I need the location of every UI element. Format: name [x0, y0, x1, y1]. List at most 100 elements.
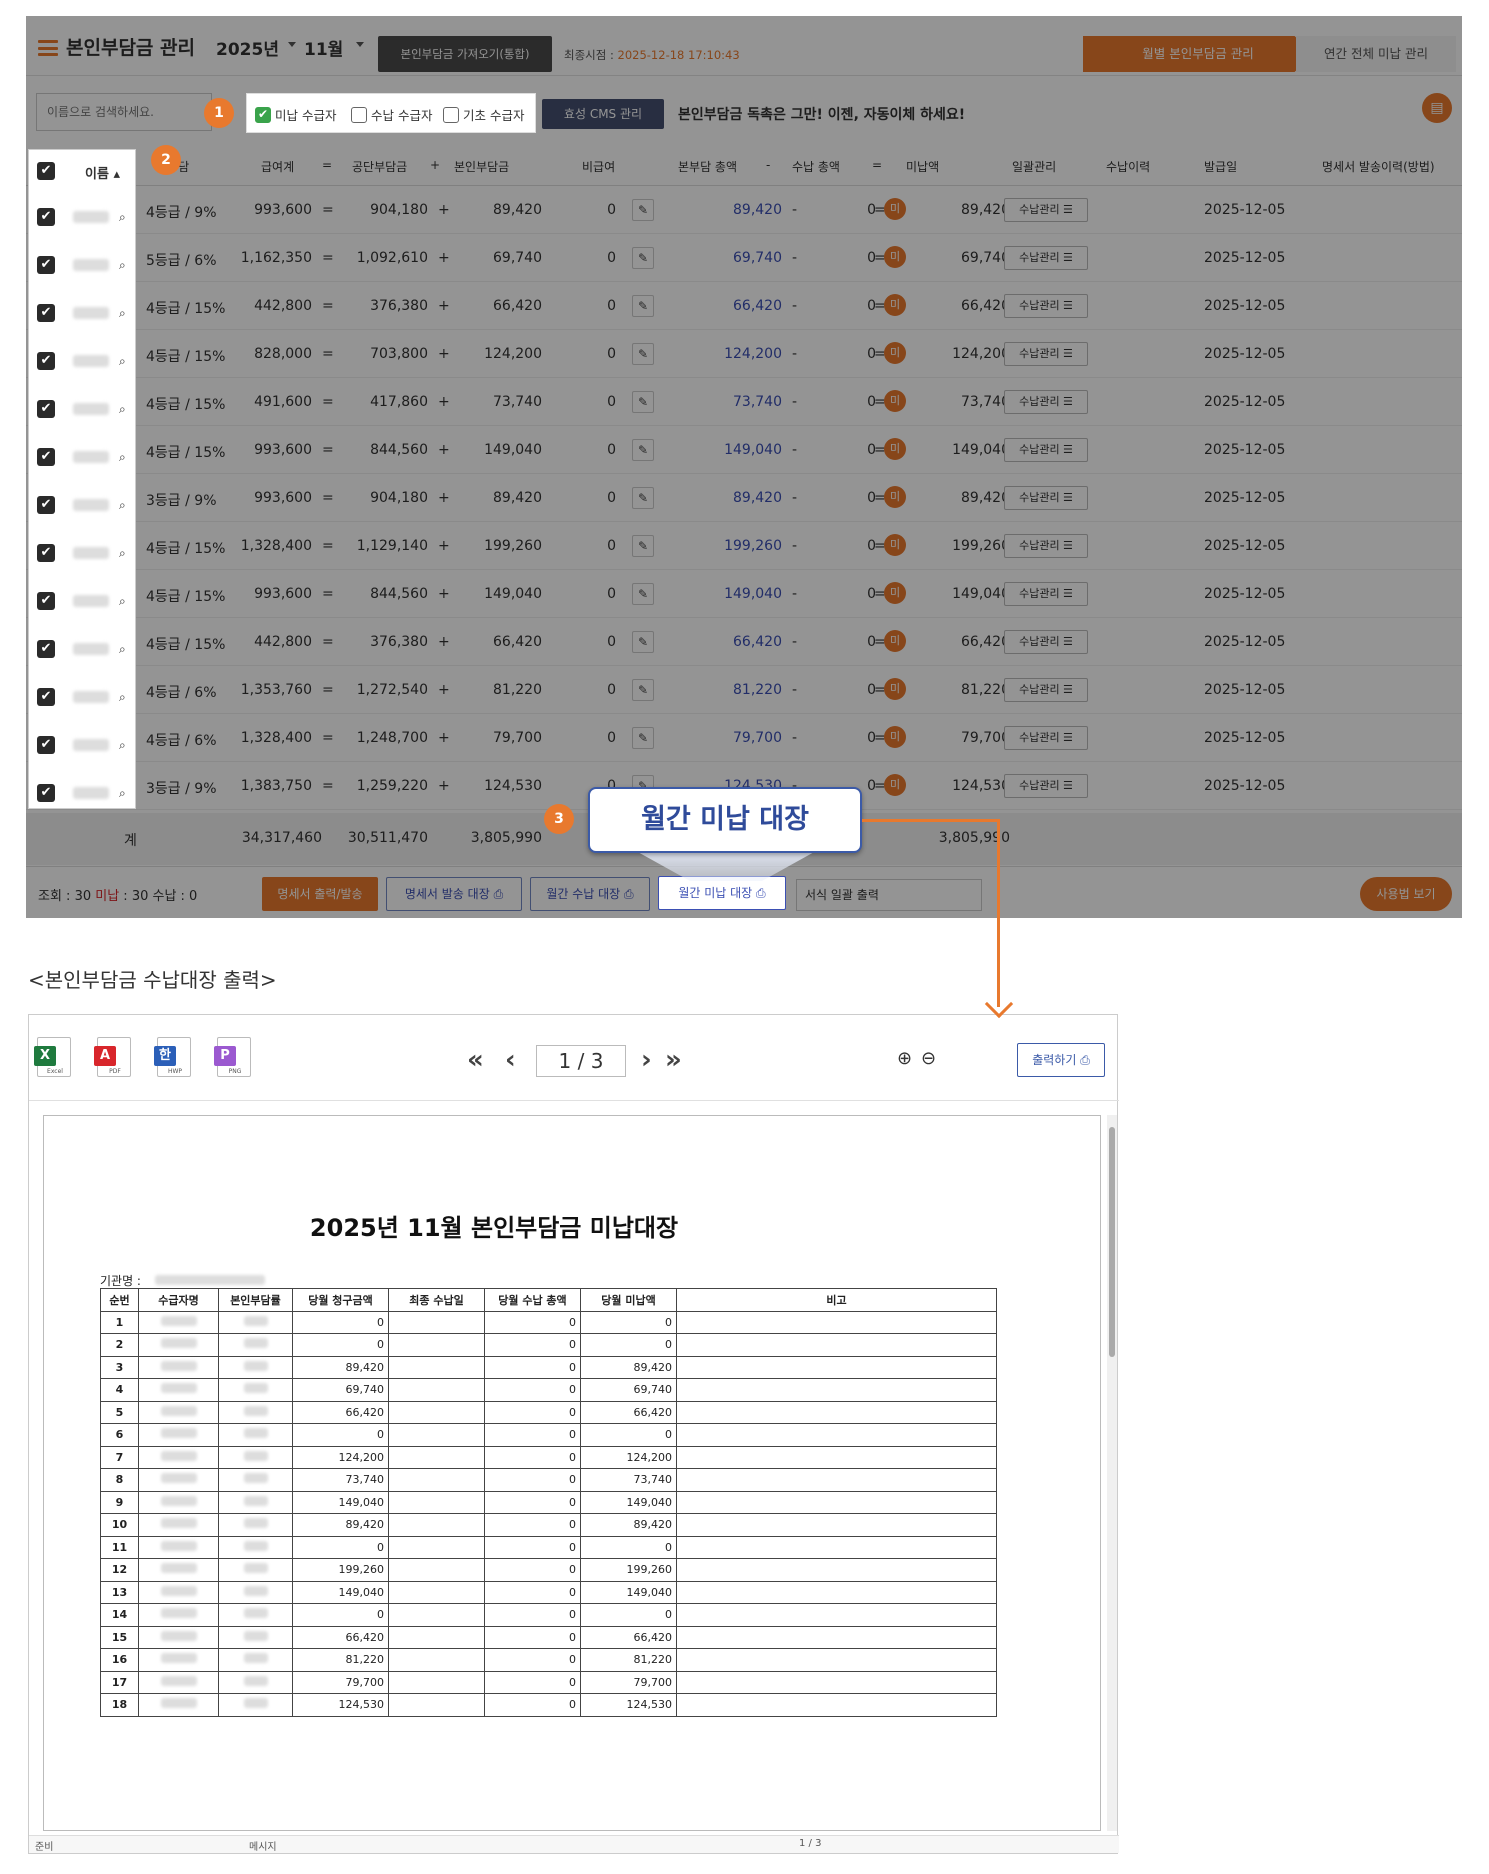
edit-icon[interactable]: ✎: [632, 343, 654, 365]
own-total-cell[interactable]: 124,200: [686, 346, 782, 362]
own-total-cell[interactable]: 73,740: [686, 394, 782, 410]
statement-out-button[interactable]: 명세서 출력/발송: [262, 877, 378, 911]
statement-ledger-button[interactable]: 명세서 발송 대장 ⎙: [386, 877, 522, 911]
manage-button[interactable]: 수납관리 ☰: [1004, 774, 1088, 798]
next-page-icon[interactable]: ›: [641, 1045, 652, 1075]
paid-filter[interactable]: 수납 수급자: [351, 105, 432, 124]
select-all-checkbox[interactable]: ✔: [37, 162, 55, 180]
pdf-export-icon[interactable]: A PDF: [94, 1037, 131, 1077]
last-page-icon[interactable]: »: [665, 1045, 682, 1075]
own-total-cell[interactable]: 149,040: [686, 586, 782, 602]
tab-annual[interactable]: 연간 전체 미납 관리: [1296, 36, 1456, 72]
row-checkbox[interactable]: ✔: [37, 256, 55, 274]
manage-button[interactable]: 수납관리 ☰: [1004, 678, 1088, 702]
search-icon[interactable]: ⌕: [119, 642, 126, 657]
manage-button[interactable]: 수납관리 ☰: [1004, 438, 1088, 462]
edit-icon[interactable]: ✎: [632, 679, 654, 701]
own-total-cell[interactable]: 149,040: [686, 442, 782, 458]
row-checkbox[interactable]: ✔: [37, 400, 55, 418]
menu-icon[interactable]: [38, 40, 58, 56]
row-checkbox[interactable]: ✔: [37, 448, 55, 466]
prev-page-icon[interactable]: ‹: [505, 1045, 516, 1075]
manage-button[interactable]: 수납관리 ☰: [1004, 630, 1088, 654]
manage-button[interactable]: 수납관리 ☰: [1004, 582, 1088, 606]
manage-button[interactable]: 수납관리 ☰: [1004, 294, 1088, 318]
fetch-button[interactable]: 본인부담금 가져오기(통합): [378, 36, 552, 72]
row-checkbox[interactable]: ✔: [37, 208, 55, 226]
page-indicator[interactable]: 1 / 3: [536, 1045, 626, 1077]
col-name-highlight[interactable]: 이름 ▴: [85, 163, 120, 182]
own-total-cell[interactable]: 89,420: [686, 202, 782, 218]
search-icon[interactable]: ⌕: [119, 594, 126, 609]
row-checkbox[interactable]: ✔: [37, 736, 55, 754]
edit-icon[interactable]: ✎: [632, 247, 654, 269]
print-button[interactable]: 출력하기 ⎙: [1017, 1043, 1105, 1077]
search-icon[interactable]: ⌕: [119, 258, 126, 273]
row-checkbox[interactable]: ✔: [37, 352, 55, 370]
unpaid-cell: 199,260: [952, 538, 1010, 554]
search-icon[interactable]: ⌕: [119, 738, 126, 753]
search-icon[interactable]: ⌕: [119, 210, 126, 225]
search-icon[interactable]: ⌕: [119, 546, 126, 561]
search-input[interactable]: [36, 93, 212, 131]
manage-button[interactable]: 수납관리 ☰: [1004, 390, 1088, 414]
search-icon[interactable]: ⌕: [119, 402, 126, 417]
manage-button[interactable]: 수납관리 ☰: [1004, 342, 1088, 366]
report-icon[interactable]: ▤: [1422, 93, 1452, 123]
basic-filter[interactable]: 기초 수급자: [443, 105, 524, 124]
manage-button[interactable]: 수납관리 ☰: [1004, 246, 1088, 270]
table-row: ✔⌕5등급 / 6%1,162,350=1,092,610+69,7400✎69…: [26, 234, 1462, 282]
search-icon[interactable]: ⌕: [119, 498, 126, 513]
manage-button[interactable]: 수납관리 ☰: [1004, 726, 1088, 750]
png-export-icon[interactable]: P PNG: [214, 1037, 251, 1077]
row-checkbox[interactable]: ✔: [37, 688, 55, 706]
edit-icon[interactable]: ✎: [632, 631, 654, 653]
search-icon[interactable]: ⌕: [119, 786, 126, 801]
edit-icon[interactable]: ✎: [632, 295, 654, 317]
first-page-icon[interactable]: «: [467, 1045, 484, 1075]
edit-icon[interactable]: ✎: [632, 583, 654, 605]
edit-icon[interactable]: ✎: [632, 487, 654, 509]
manage-button[interactable]: 수납관리 ☰: [1004, 534, 1088, 558]
unpaid-filter[interactable]: ✔ 미납 수급자: [255, 105, 336, 124]
year-select[interactable]: 2025년: [216, 35, 279, 60]
hwp-export-icon[interactable]: 한 HWP: [154, 1037, 191, 1077]
edit-icon[interactable]: ✎: [632, 535, 654, 557]
vertical-scrollbar[interactable]: [1107, 1115, 1117, 1831]
zoom-in-icon[interactable]: ⊕: [897, 1048, 912, 1069]
row-checkbox[interactable]: ✔: [37, 784, 55, 802]
edit-icon[interactable]: ✎: [632, 391, 654, 413]
edit-icon[interactable]: ✎: [632, 439, 654, 461]
zoom-out-icon[interactable]: ⊖: [921, 1048, 936, 1069]
own-total-cell[interactable]: 89,420: [686, 490, 782, 506]
own-total-cell[interactable]: 79,700: [686, 730, 782, 746]
own-total-cell[interactable]: 199,260: [686, 538, 782, 554]
col-manage[interactable]: 일괄관리: [1012, 158, 1056, 175]
col-issue-date[interactable]: 발급일: [1204, 158, 1237, 175]
search-icon[interactable]: ⌕: [119, 690, 126, 705]
own-total-cell[interactable]: 69,740: [686, 250, 782, 266]
batch-print-select[interactable]: 서식 일괄 출력: [796, 879, 982, 911]
guide-button[interactable]: 사용법 보기: [1360, 877, 1452, 911]
row-checkbox[interactable]: ✔: [37, 592, 55, 610]
own-total-cell[interactable]: 81,220: [686, 682, 782, 698]
monthly-unpaid-button[interactable]: 월간 미납 대장 ⎙: [658, 876, 786, 910]
search-icon[interactable]: ⌕: [119, 306, 126, 321]
row-checkbox[interactable]: ✔: [37, 640, 55, 658]
edit-icon[interactable]: ✎: [632, 199, 654, 221]
row-checkbox[interactable]: ✔: [37, 544, 55, 562]
own-total-cell[interactable]: 66,420: [686, 298, 782, 314]
excel-export-icon[interactable]: X Excel: [34, 1037, 71, 1077]
monthly-paid-button[interactable]: 월간 수납 대장 ⎙: [530, 877, 650, 911]
month-select[interactable]: 11월: [304, 35, 343, 60]
cms-button[interactable]: 효성 CMS 관리: [542, 99, 664, 129]
row-checkbox[interactable]: ✔: [37, 304, 55, 322]
search-icon[interactable]: ⌕: [119, 354, 126, 369]
row-checkbox[interactable]: ✔: [37, 496, 55, 514]
own-total-cell[interactable]: 66,420: [686, 634, 782, 650]
search-icon[interactable]: ⌕: [119, 450, 126, 465]
edit-icon[interactable]: ✎: [632, 727, 654, 749]
tab-monthly[interactable]: 월별 본인부담금 관리: [1083, 36, 1313, 72]
manage-button[interactable]: 수납관리 ☰: [1004, 198, 1088, 222]
manage-button[interactable]: 수납관리 ☰: [1004, 486, 1088, 510]
